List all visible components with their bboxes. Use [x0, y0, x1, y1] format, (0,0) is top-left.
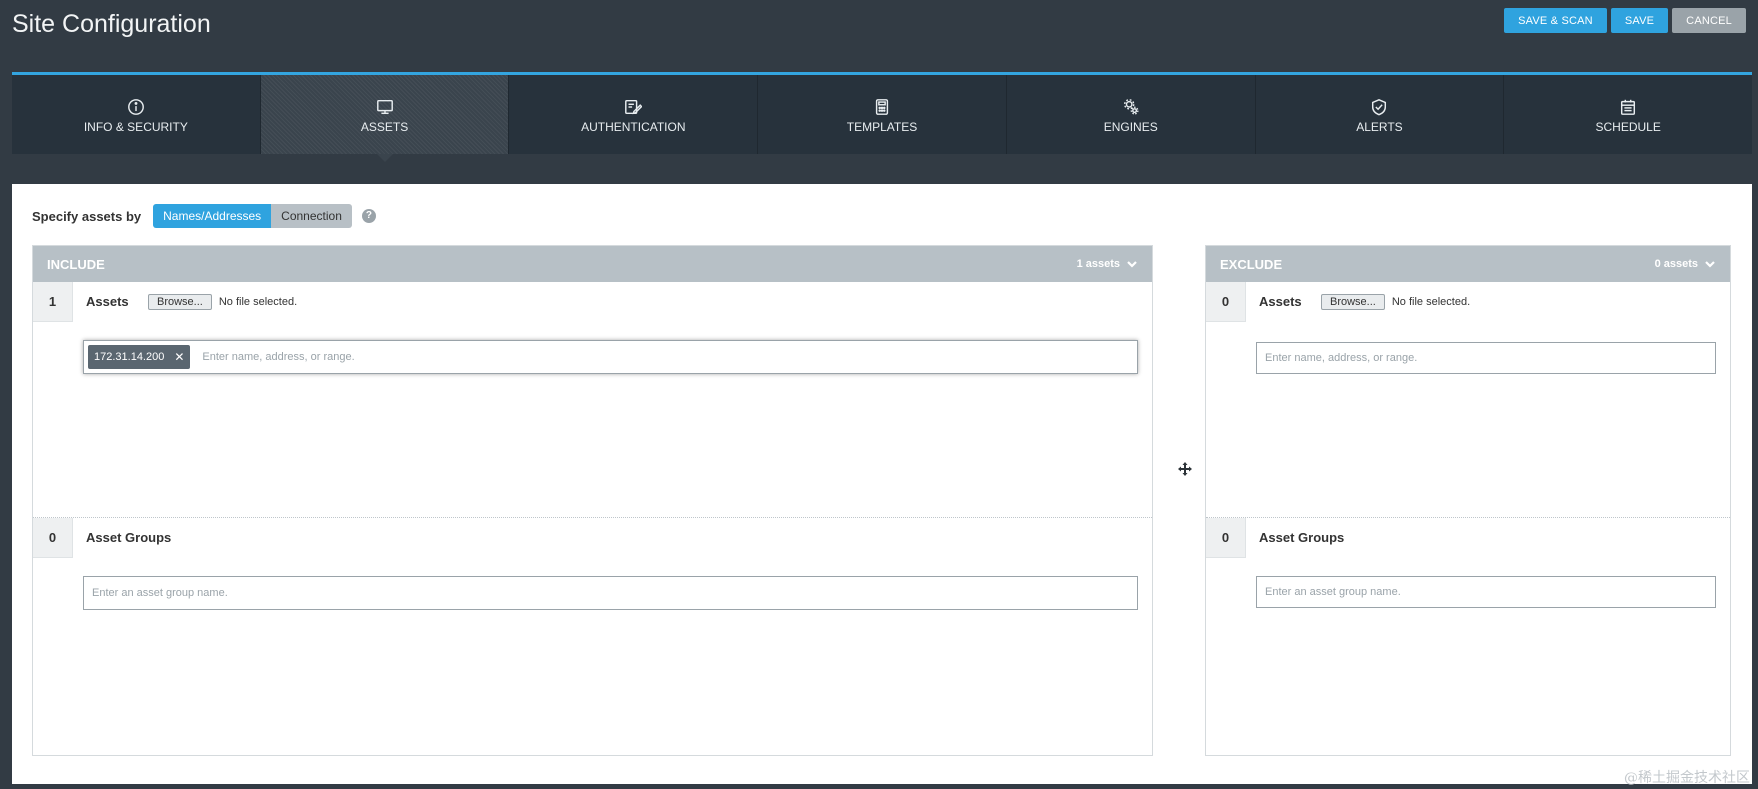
include-groups-section: 0 Asset Groups: [33, 518, 1152, 754]
save-and-scan-button[interactable]: SAVE & SCAN: [1504, 8, 1607, 33]
include-assets-section: 1 Assets Browse... No file selected. 172…: [33, 282, 1152, 518]
monitor-icon: [376, 96, 394, 118]
exclude-assets-input[interactable]: [1256, 342, 1716, 374]
cancel-button[interactable]: CANCEL: [1672, 8, 1746, 33]
specify-assets-row: Specify assets by Names/Addresses Connec…: [32, 204, 376, 228]
include-groups-count: 0: [33, 518, 73, 558]
chevron-down-icon[interactable]: [1126, 258, 1138, 270]
specify-assets-toggle: Names/Addresses Connection: [153, 204, 352, 228]
include-assets-input[interactable]: 172.31.14.200 ✕: [83, 340, 1138, 374]
tab-schedule[interactable]: SCHEDULE: [1504, 75, 1752, 154]
chevron-down-icon[interactable]: [1704, 258, 1716, 270]
exclude-count: 0 assets: [1654, 258, 1698, 270]
exclude-browse-button[interactable]: Browse...: [1321, 294, 1385, 310]
include-title: INCLUDE: [47, 256, 105, 272]
include-browse-button[interactable]: Browse...: [148, 294, 212, 310]
exclude-groups-section: 0 Asset Groups: [1206, 518, 1730, 754]
page-title: Site Configuration: [12, 10, 211, 38]
tab-label: INFO & SECURITY: [83, 119, 188, 134]
tab-templates[interactable]: TEMPLATES: [758, 75, 1007, 154]
exclude-panel: EXCLUDE 0 assets 0 Assets Browse... No f…: [1205, 245, 1731, 756]
include-groups-input[interactable]: [83, 576, 1138, 610]
help-icon[interactable]: ?: [361, 209, 376, 223]
include-assets-label: Assets: [86, 294, 129, 309]
shield-check-icon: [1370, 96, 1388, 118]
exclude-title: EXCLUDE: [1220, 256, 1283, 272]
exclude-file-picker: Browse... No file selected.: [1321, 294, 1470, 310]
tab-label: ENGINES: [1103, 119, 1158, 134]
asset-chip: 172.31.14.200 ✕: [88, 345, 191, 369]
include-count: 1 assets: [1076, 258, 1120, 270]
calendar-icon: [1619, 96, 1637, 118]
close-icon[interactable]: ✕: [174, 350, 184, 364]
exclude-assets-text-field[interactable]: [1261, 352, 1711, 364]
include-panel-header[interactable]: INCLUDE 1 assets: [33, 246, 1152, 282]
names-addresses-option[interactable]: Names/Addresses: [153, 204, 272, 228]
edit-icon: [624, 96, 643, 118]
tab-label: ALERTS: [1356, 119, 1403, 134]
exclude-assets-section: 0 Assets Browse... No file selected.: [1206, 282, 1730, 518]
tab-alerts[interactable]: ALERTS: [1256, 75, 1505, 154]
exclude-groups-label: Asset Groups: [1259, 530, 1345, 545]
save-button[interactable]: SAVE: [1610, 8, 1669, 33]
gears-icon: [1122, 96, 1140, 118]
info-icon: [127, 96, 145, 118]
exclude-file-status: No file selected.: [1391, 296, 1471, 308]
calculator-icon: [873, 96, 891, 118]
specify-assets-label: Specify assets by: [32, 208, 142, 224]
include-groups-label: Asset Groups: [86, 530, 172, 545]
tab-label: SCHEDULE: [1595, 119, 1661, 134]
exclude-groups-text-field[interactable]: [1261, 586, 1711, 598]
exclude-groups-input[interactable]: [1256, 576, 1716, 608]
tab-label: ASSETS: [360, 119, 409, 134]
tab-label: AUTHENTICATION: [581, 119, 686, 134]
tab-assets[interactable]: ASSETS: [260, 75, 510, 162]
exclude-assets-label: Assets: [1259, 294, 1302, 309]
exclude-assets-count: 0: [1206, 282, 1246, 322]
include-file-status: No file selected.: [218, 296, 298, 308]
tab-engines[interactable]: ENGINES: [1007, 75, 1256, 154]
include-assets-count: 1: [33, 282, 73, 322]
tab-info-security[interactable]: INFO & SECURITY: [12, 75, 261, 154]
header-actions: SAVE & SCAN SAVE CANCEL: [1504, 8, 1746, 33]
config-tabs: INFO & SECURITY ASSETS AUTHENTICATION TE…: [12, 72, 1752, 162]
asset-chip-label: 172.31.14.200: [94, 351, 165, 363]
include-groups-text-field[interactable]: [88, 587, 1133, 599]
tab-authentication[interactable]: AUTHENTICATION: [509, 75, 759, 154]
include-panel: INCLUDE 1 assets 1 Assets Browse... No f…: [32, 245, 1153, 756]
connection-option[interactable]: Connection: [271, 204, 352, 228]
tab-label: TEMPLATES: [846, 119, 918, 134]
exclude-groups-count: 0: [1206, 518, 1246, 558]
move-icon[interactable]: [1178, 462, 1192, 476]
watermark: @稀土掘金技术社区: [1624, 770, 1750, 786]
include-assets-text-field[interactable]: [198, 351, 1133, 363]
assets-content: Specify assets by Names/Addresses Connec…: [12, 184, 1752, 784]
exclude-panel-header[interactable]: EXCLUDE 0 assets: [1206, 246, 1730, 282]
include-file-picker: Browse... No file selected.: [148, 294, 297, 310]
